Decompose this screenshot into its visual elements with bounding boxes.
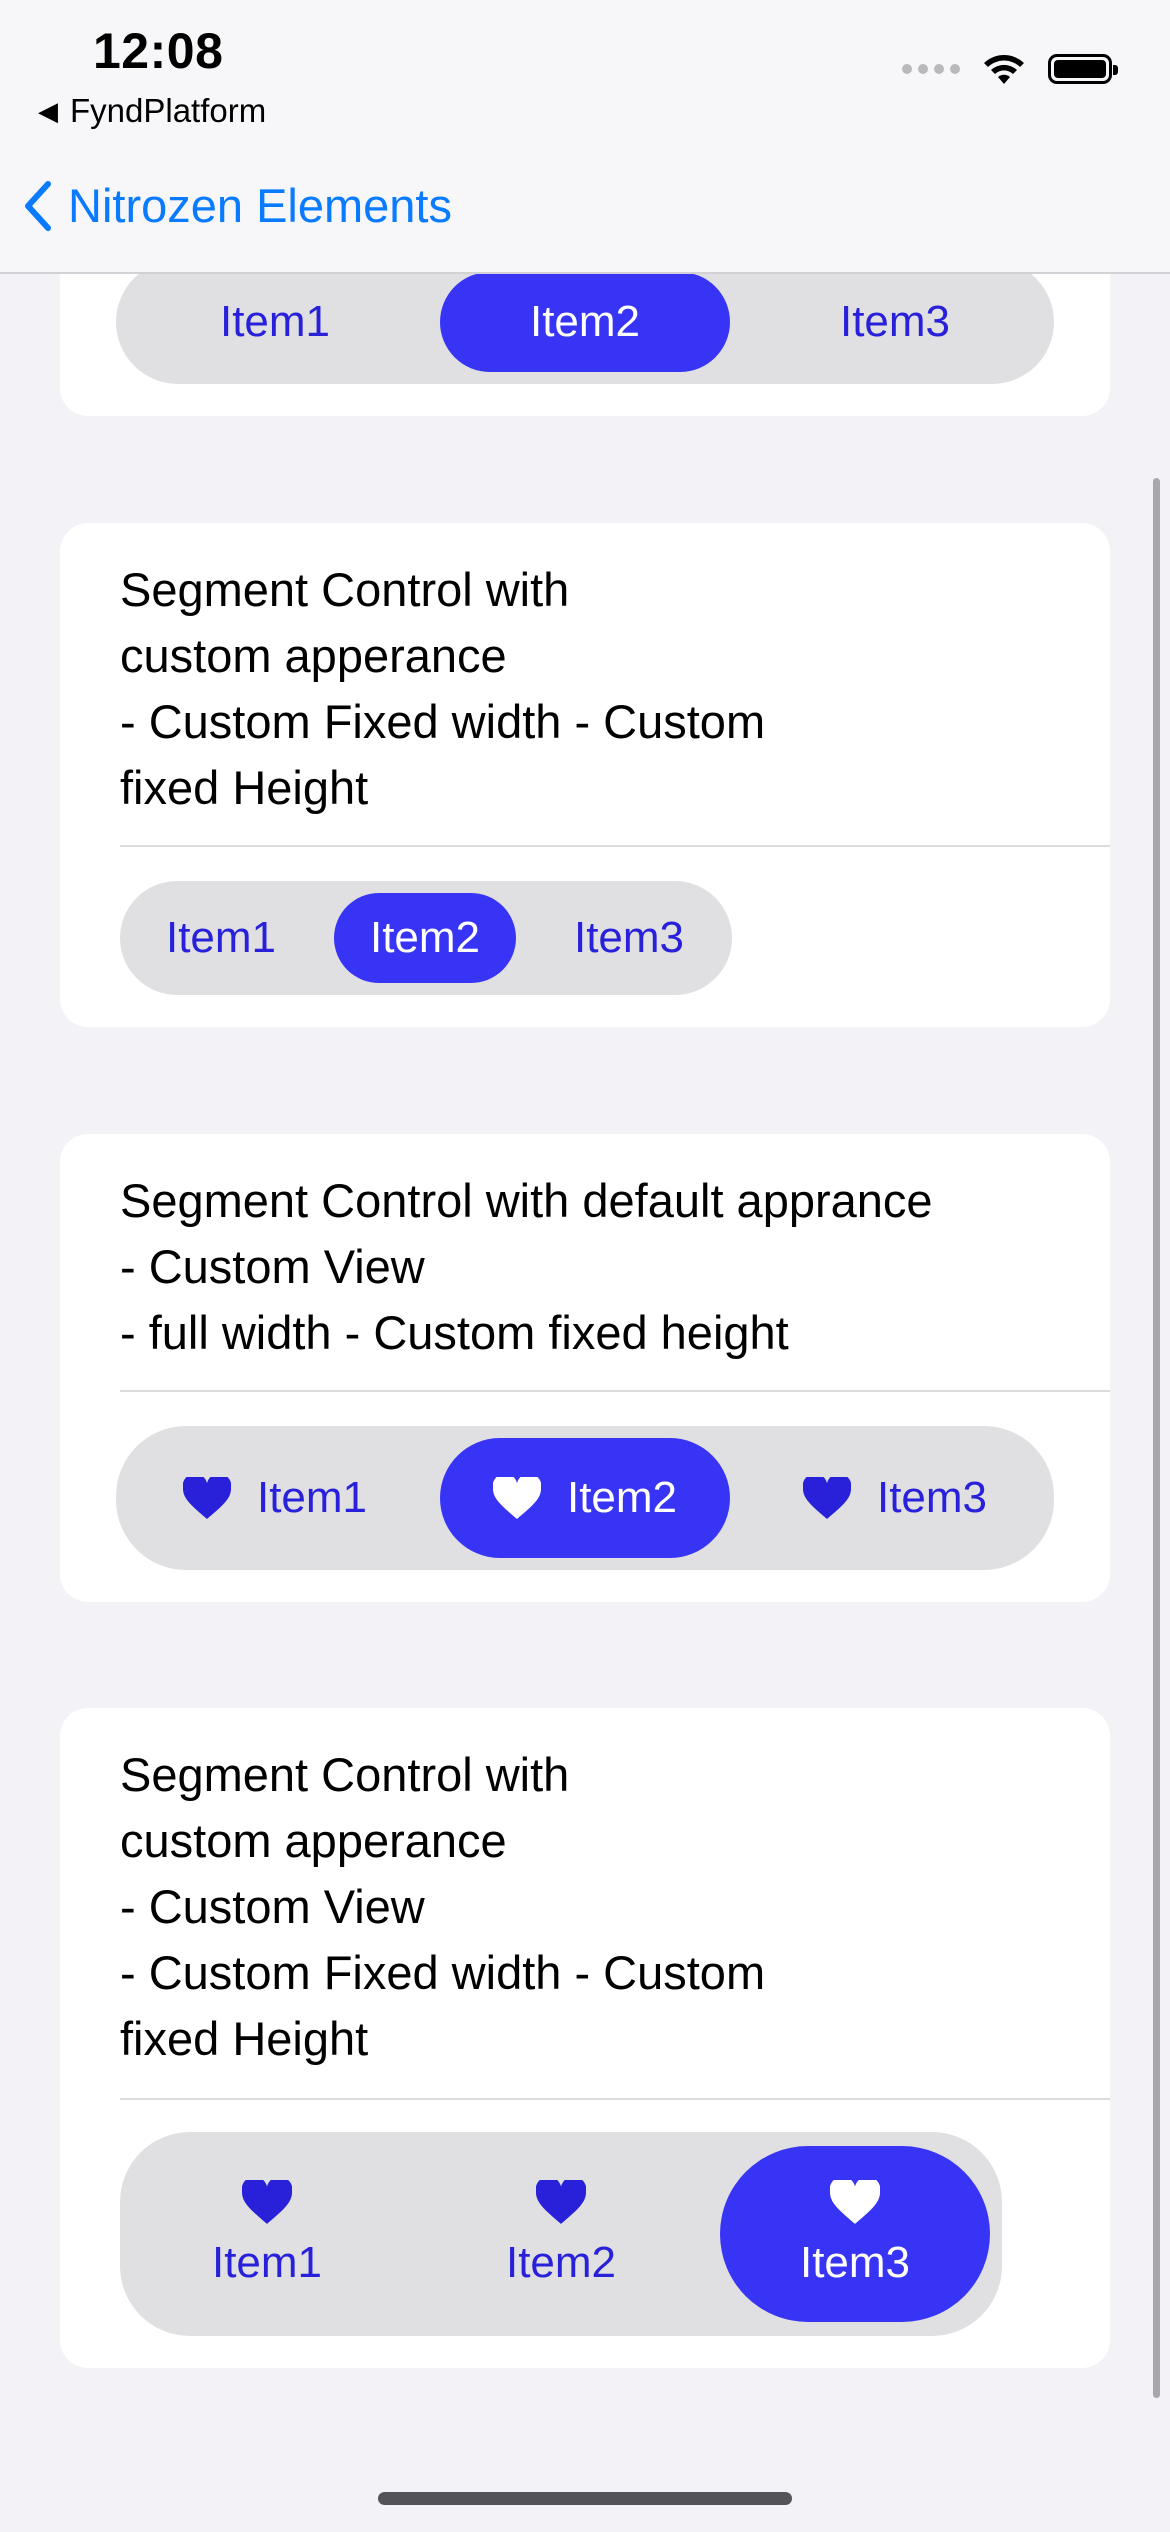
status-bar: 12:08 ◀ FyndPlatform xyxy=(0,0,1170,140)
segment-card-3: Segment Control with default apprance - … xyxy=(60,1134,1110,1602)
battery-icon xyxy=(1048,54,1118,84)
segment-item-2[interactable]: Item2 xyxy=(426,2146,696,2322)
back-app-label: FyndPlatform xyxy=(70,92,267,129)
segment-control: Item1 Item2 Item3 xyxy=(116,260,1054,384)
card-title: Segment Control with custom apperance - … xyxy=(120,563,766,814)
segment-label: Item1 xyxy=(256,1473,368,1522)
back-title: Nitrozen Elements xyxy=(68,179,452,232)
divider xyxy=(120,2098,1110,2100)
chevron-left-icon xyxy=(25,180,51,231)
back-triangle-icon: ◀ xyxy=(38,95,58,126)
segment-control: Item1 Item2 Item3 xyxy=(116,1426,1054,1570)
segment-label: Item1 xyxy=(211,2238,323,2287)
segment-item-1[interactable]: Item1 xyxy=(132,2146,402,2322)
heart-icon xyxy=(182,1477,231,1519)
status-indicators xyxy=(902,52,1118,86)
segment-label: Item2 xyxy=(505,2238,617,2287)
heart-icon xyxy=(802,1477,851,1519)
segment-item-3[interactable]: Item3 xyxy=(750,1438,1040,1558)
segment-control: Item1 Item2 Item3 xyxy=(120,2132,1002,2336)
heart-icon xyxy=(242,2180,292,2224)
segment-item-3[interactable]: Item3 xyxy=(750,272,1040,372)
home-indicator[interactable] xyxy=(378,2492,792,2505)
wifi-icon xyxy=(984,55,1024,84)
cellular-signal-icon xyxy=(902,64,960,74)
back-to-app-link[interactable]: ◀ FyndPlatform xyxy=(38,92,266,130)
segment-item-3[interactable]: Item3 xyxy=(720,2146,990,2322)
segment-item-2[interactable]: Item2 xyxy=(440,1438,730,1558)
heart-icon xyxy=(830,2180,880,2224)
segment-label: Item2 xyxy=(566,1473,678,1522)
segment-item-2[interactable]: Item2 xyxy=(334,893,516,983)
divider xyxy=(120,1390,1110,1392)
navigation-bar: Nitrozen Elements xyxy=(0,140,1170,274)
status-time: 12:08 xyxy=(93,23,224,79)
segment-card-4: Segment Control with custom apperance - … xyxy=(60,1708,1110,2368)
segment-item-1[interactable]: Item1 xyxy=(130,1438,420,1558)
segment-item-1[interactable]: Item1 xyxy=(130,893,312,983)
segment-item-2[interactable]: Item2 xyxy=(440,272,730,372)
segment-label: Item3 xyxy=(876,1473,988,1522)
segment-control: Item1 Item2 Item3 xyxy=(120,881,732,995)
card-title: Segment Control with default apprance - … xyxy=(120,1174,933,1359)
heart-icon xyxy=(492,1477,541,1519)
back-button[interactable]: Nitrozen Elements xyxy=(24,178,452,233)
divider xyxy=(120,845,1110,847)
segment-item-1[interactable]: Item1 xyxy=(130,272,420,372)
segment-card-2: Segment Control with custom apperance - … xyxy=(60,523,1110,1027)
card-title: Segment Control with custom apperance - … xyxy=(120,1748,766,2065)
segment-label: Item3 xyxy=(799,2238,911,2287)
heart-icon xyxy=(536,2180,586,2224)
scrollbar[interactable] xyxy=(1153,478,1160,2398)
segment-item-3[interactable]: Item3 xyxy=(538,893,720,983)
